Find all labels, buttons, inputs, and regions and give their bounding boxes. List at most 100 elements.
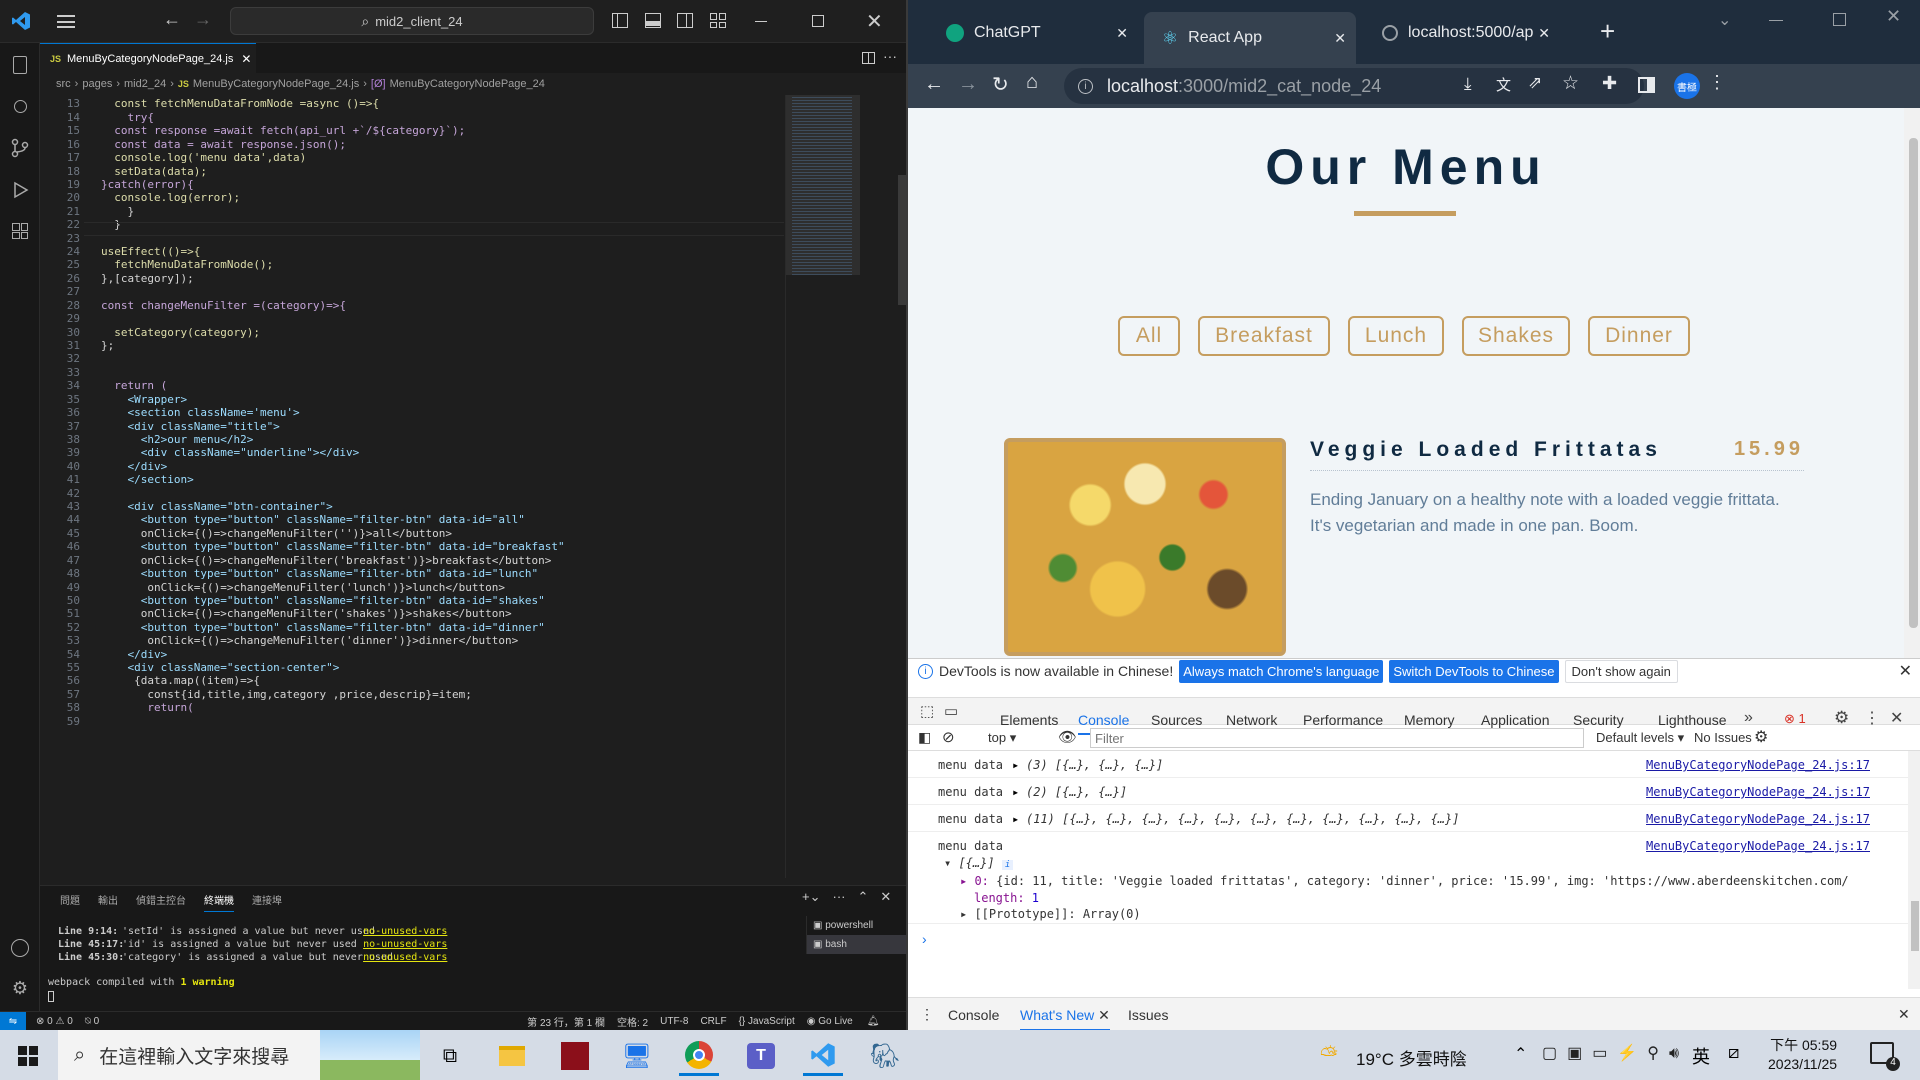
close-panel-icon[interactable]: ✕ xyxy=(880,889,891,905)
toggle-secondary-sidebar-icon[interactable] xyxy=(677,13,693,28)
browser-tab-localhost-api[interactable]: localhost:5000/api/ ✕ xyxy=(1364,12,1560,54)
close-drawer-tab-icon[interactable]: ✕ xyxy=(1098,1007,1110,1023)
code-line[interactable]: }; xyxy=(101,339,114,352)
context-selector[interactable]: top ▾ xyxy=(988,730,1016,746)
drawer-tab-console[interactable]: Console xyxy=(948,1007,999,1023)
reload-icon[interactable]: ↻ xyxy=(992,72,1009,97)
panel-tab-problems[interactable]: 問題 xyxy=(60,892,80,912)
log-source-link[interactable]: MenuByCategoryNodePage_24.js:17 xyxy=(1646,785,1870,799)
teams-taskbar-icon[interactable]: T xyxy=(741,1036,781,1076)
match-language-button[interactable]: Always match Chrome's language xyxy=(1179,659,1384,683)
terminal-output[interactable]: Line 9:14: 'setId' is assigned a value b… xyxy=(48,918,808,1008)
toggle-sidebar-icon[interactable] xyxy=(612,13,628,28)
chevron-up-icon[interactable]: ⌃ xyxy=(1514,1044,1527,1064)
gear-icon[interactable]: ⚙ xyxy=(8,976,32,1000)
code-line[interactable]: <button type="button" className="filter-… xyxy=(101,621,545,634)
close-tab-icon[interactable]: ✕ xyxy=(1334,30,1346,47)
tab-search-icon[interactable]: ⌄ xyxy=(1718,10,1731,30)
code-line[interactable]: console.log('menu data',data) xyxy=(101,151,306,164)
clear-console-icon[interactable]: ⊘ xyxy=(942,728,955,746)
breadcrumb-item[interactable]: MenuByCategoryNodePage_24.js xyxy=(193,78,359,90)
device-toolbar-icon[interactable]: ▭ xyxy=(944,702,958,720)
code-line[interactable]: } xyxy=(101,205,134,218)
code-line[interactable]: }catch(error){ xyxy=(101,178,194,191)
taskbar-search-box[interactable]: ⌕ 在這裡輸入文字來搜尋 xyxy=(58,1030,420,1080)
new-terminal-icon[interactable]: +⌄ xyxy=(802,889,820,905)
kebab-menu-icon[interactable]: ⋮ xyxy=(1708,72,1726,93)
minimize-button[interactable] xyxy=(1769,20,1783,21)
more-actions-icon[interactable]: ··· xyxy=(832,889,845,905)
panel-tab-debug-console[interactable]: 偵錯主控台 xyxy=(136,892,186,912)
side-panel-icon[interactable] xyxy=(1638,77,1655,93)
forward-arrow-icon[interactable]: → xyxy=(958,73,978,96)
line-endings[interactable]: CRLF xyxy=(700,1016,726,1027)
install-app-icon[interactable]: ⤓ xyxy=(1464,74,1472,94)
browser-tab-chatgpt[interactable]: ChatGPT ✕ xyxy=(928,12,1138,54)
encoding[interactable]: UTF-8 xyxy=(660,1016,688,1027)
eye-icon[interactable]: 👁︎ xyxy=(1058,728,1077,746)
log-levels-dropdown[interactable]: Default levels ▾ xyxy=(1596,730,1684,746)
weather-text[interactable]: 19°C 多雲時陰 xyxy=(1356,1045,1467,1070)
code-line[interactable]: useEffect(()=>{ xyxy=(101,245,200,258)
tray-icons[interactable]: ▢▣▭⚡⚲🔊︎ xyxy=(1542,1043,1689,1063)
code-line[interactable]: <div className="title"> xyxy=(101,420,279,433)
inspect-element-icon[interactable]: ⬚ xyxy=(920,702,934,720)
weather-icon[interactable]: ⛅︎ xyxy=(1320,1042,1338,1068)
go-live-button[interactable]: ◉ Go Live xyxy=(807,1016,853,1027)
info-icon[interactable]: i xyxy=(1078,78,1093,94)
minimap[interactable] xyxy=(785,95,908,878)
ime-mode-icon[interactable]: ⧄ xyxy=(1728,1042,1739,1063)
code-line[interactable]: <button type="button" className="filter-… xyxy=(101,567,538,580)
drawer-menu-icon[interactable]: ⋮ xyxy=(920,1006,934,1023)
log-value[interactable]: (3) [{…}, {…}, {…}] xyxy=(1026,758,1163,772)
chrome-taskbar-icon[interactable] xyxy=(679,1036,719,1076)
breadcrumb-item[interactable]: pages xyxy=(82,78,112,90)
code-line[interactable]: <Wrapper> xyxy=(101,393,187,406)
code-line[interactable]: {data.map((item)=>{ xyxy=(101,674,260,687)
code-line[interactable]: return ( xyxy=(101,379,167,392)
maximize-button[interactable] xyxy=(1833,13,1846,26)
vscode-taskbar-icon[interactable] xyxy=(803,1036,843,1076)
notification-center[interactable]: 4 xyxy=(1870,1042,1900,1071)
run-debug-icon[interactable] xyxy=(8,178,32,202)
code-line[interactable]: </div> xyxy=(101,460,167,473)
code-editor[interactable]: 1213141516171819202122232425262728293031… xyxy=(40,95,785,878)
code-line[interactable]: setCategory(category); xyxy=(101,326,260,339)
share-icon[interactable]: ⇗ xyxy=(1528,73,1542,93)
back-arrow-icon[interactable]: ← xyxy=(924,73,944,96)
code-line[interactable]: setData(data); xyxy=(101,165,207,178)
log-source-link[interactable]: MenuByCategoryNodePage_24.js:17 xyxy=(1646,758,1870,772)
issues-counter[interactable]: No Issues xyxy=(1694,730,1752,745)
breadcrumb-item[interactable]: mid2_24 xyxy=(124,78,166,90)
clock[interactable]: 下午 05:59 2023/11/25 xyxy=(1768,1036,1837,1074)
code-line[interactable]: <section className='menu'> xyxy=(101,406,299,419)
maximize-panel-icon[interactable]: ⌃ xyxy=(857,889,868,905)
bell-icon[interactable]: 🔔︎ xyxy=(867,1016,880,1027)
hamburger-menu-icon[interactable] xyxy=(57,15,75,28)
toggle-panel-icon[interactable] xyxy=(645,13,661,28)
terminal-item-bash[interactable]: ▣ bash xyxy=(807,935,906,954)
filter-btn-breakfast[interactable]: Breakfast xyxy=(1198,316,1330,356)
close-banner-icon[interactable]: ✕ xyxy=(1899,661,1912,681)
close-tab-icon[interactable]: ✕ xyxy=(1534,24,1550,42)
drawer-tab-whats-new[interactable]: What's New ✕ xyxy=(1020,1007,1110,1031)
terminal-item-powershell[interactable]: ▣ powershell xyxy=(807,916,906,935)
log-source-link[interactable]: MenuByCategoryNodePage_24.js:17 xyxy=(1646,839,1870,853)
code-line[interactable]: const data = await response.json(); xyxy=(101,138,346,151)
code-line[interactable]: <div className="underline"></div> xyxy=(101,446,360,459)
app-icon-computer[interactable]: 🖥︎ xyxy=(617,1036,657,1076)
code-line[interactable]: <h2>our menu</h2> xyxy=(101,433,254,446)
home-icon[interactable]: ⌂ xyxy=(1026,71,1038,94)
ports-indicator[interactable]: ⍉ 0 xyxy=(85,1016,99,1027)
panel-tab-ports[interactable]: 連接埠 xyxy=(252,892,282,912)
console-settings-gear-icon[interactable]: ⚙ xyxy=(1754,727,1768,747)
bookmark-star-icon[interactable]: ☆ xyxy=(1562,72,1579,95)
filter-btn-shakes[interactable]: Shakes xyxy=(1462,316,1570,356)
panel-tab-output[interactable]: 輸出 xyxy=(98,892,118,912)
command-center-search[interactable]: ⌕ mid2_client_24 xyxy=(230,7,594,35)
code-line[interactable]: </section> xyxy=(101,473,193,486)
file-explorer-icon[interactable] xyxy=(492,1036,532,1076)
close-tab-icon[interactable]: ✕ xyxy=(241,52,251,66)
code-line[interactable]: onClick={()=>changeMenuFilter('')}>all</… xyxy=(101,527,452,540)
log-value[interactable]: (11) [{…}, {…}, {…}, {…}, {…}, {…}, {…},… xyxy=(1026,812,1459,826)
